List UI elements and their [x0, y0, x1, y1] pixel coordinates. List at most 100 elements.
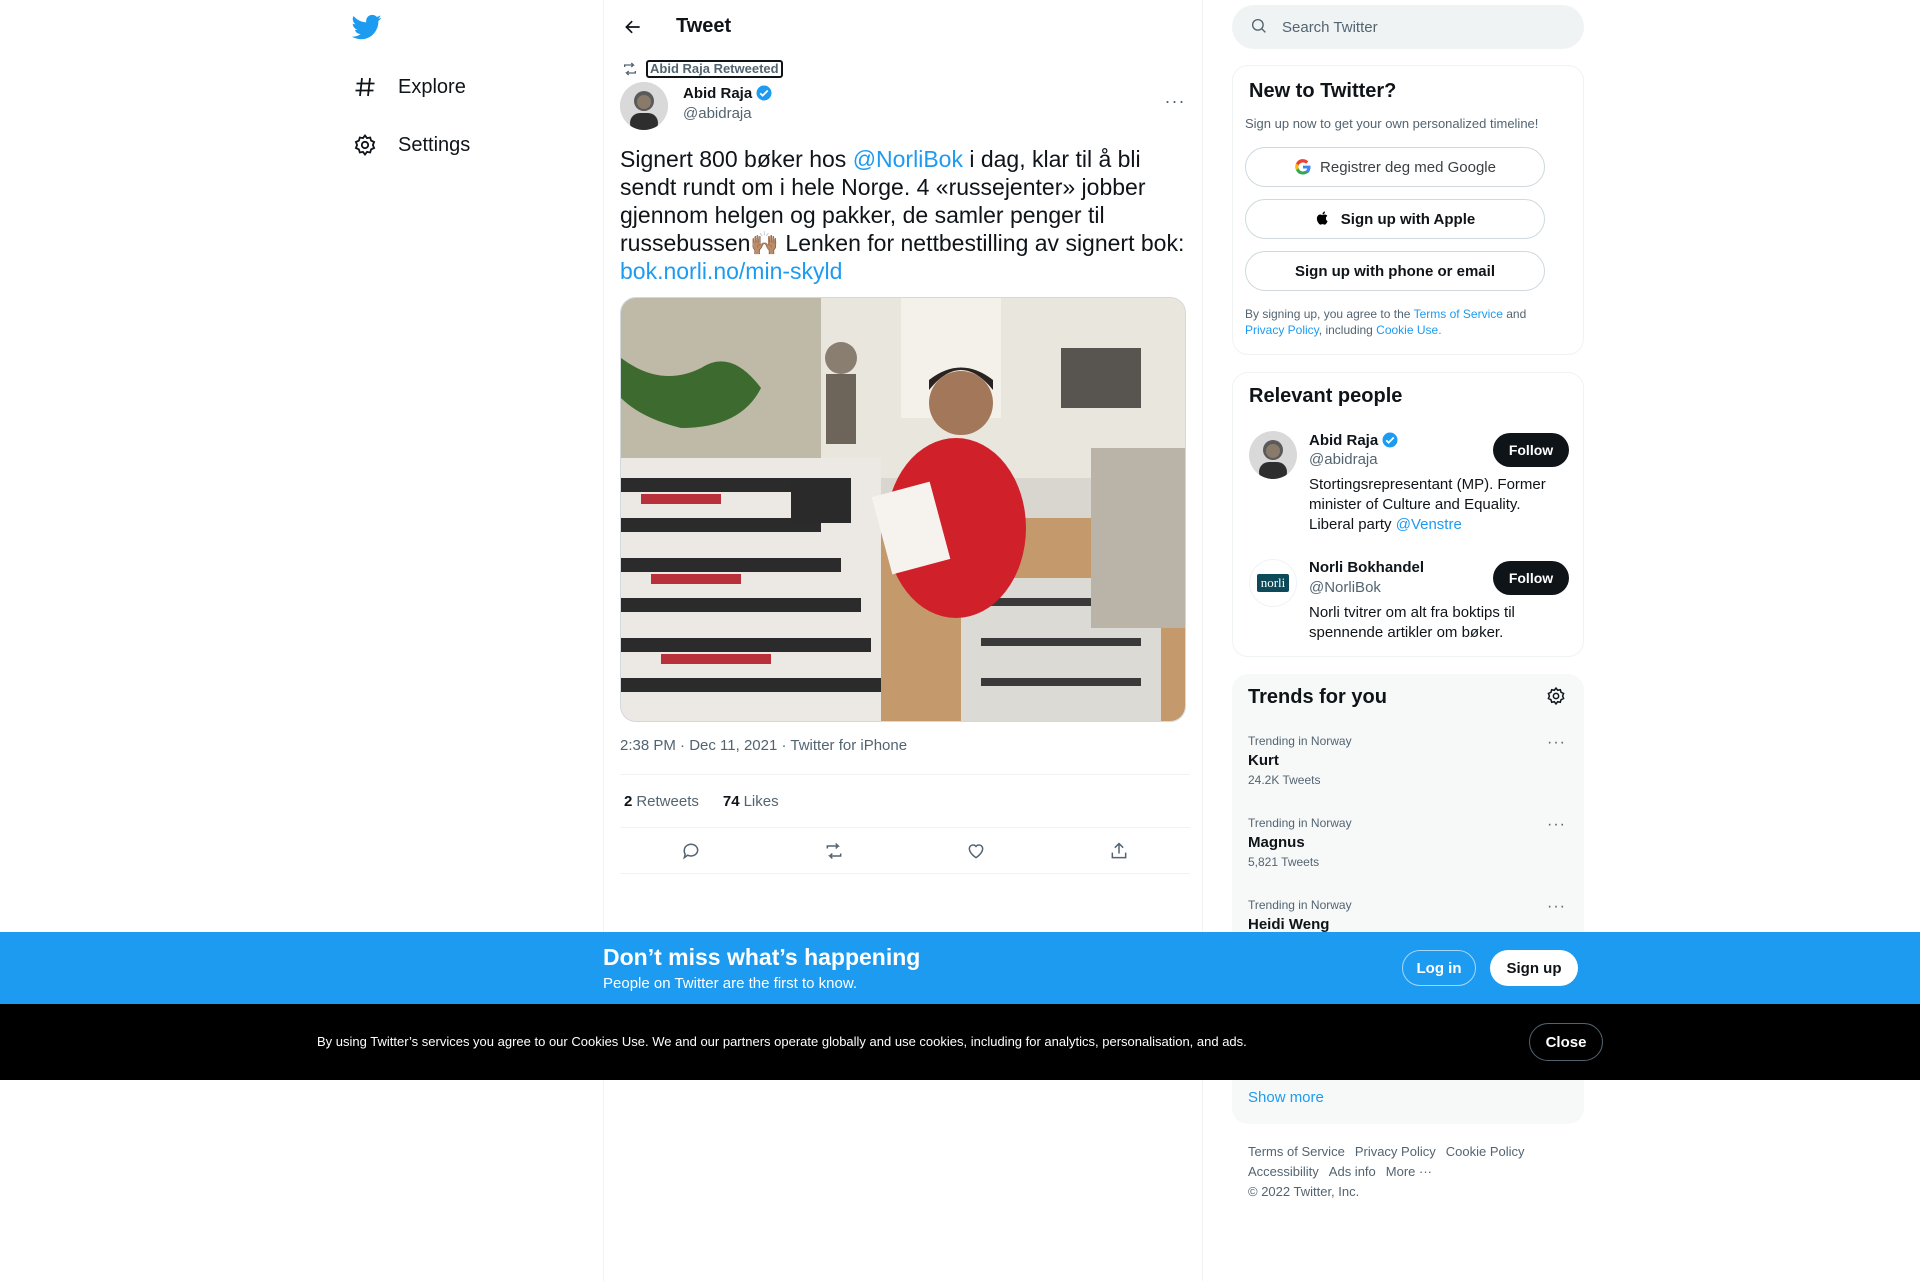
avatar[interactable]	[1249, 431, 1297, 479]
author-handle[interactable]: @abidraja	[683, 105, 752, 122]
sign-up-button[interactable]: Sign up	[1490, 950, 1578, 986]
avatar[interactable]	[620, 82, 668, 130]
person-name-text: Norli Bokhandel	[1309, 559, 1425, 576]
retweet-action-icon[interactable]	[817, 834, 851, 868]
trend-item[interactable]: Trending in Norway Magnus 5,821 Tweets ·…	[1248, 816, 1568, 869]
apple-logo-icon	[1315, 210, 1333, 228]
terms-of-service-link[interactable]: Terms of Service	[1414, 307, 1503, 321]
show-more-link[interactable]: Show more	[1248, 1089, 1324, 1106]
tweet-mention-link[interactable]: @NorliBok	[853, 146, 963, 172]
likes-label: Likes	[743, 792, 779, 810]
person-item[interactable]: Abid Raja @abidraja Stortingsrepresentan…	[1249, 431, 1569, 541]
retweet-icon	[622, 61, 638, 77]
new-to-twitter-card: New to Twitter? Sign up now to get your …	[1232, 65, 1584, 355]
footer-terms-link[interactable]: Terms of Service	[1248, 1144, 1345, 1159]
share-icon[interactable]	[1102, 834, 1136, 868]
new-to-twitter-subtitle: Sign up now to get your own personalized…	[1245, 116, 1539, 131]
search-icon	[1250, 17, 1270, 37]
google-signup-button[interactable]: Registrer deg med Google	[1245, 147, 1545, 187]
trends-title: Trends for you	[1248, 686, 1387, 708]
legal-part-3: , including	[1318, 323, 1377, 337]
back-arrow-icon[interactable]	[616, 10, 650, 44]
tweet-url-link[interactable]: bok.norli.no/min-skyld	[620, 258, 842, 284]
page-title: Tweet	[676, 15, 732, 37]
retweeted-by[interactable]: Abid Raja Retweeted	[620, 60, 783, 78]
person-handle[interactable]: @NorliBok	[1309, 579, 1381, 596]
author-name[interactable]: Abid Raja	[683, 84, 773, 102]
twitter-logo-icon[interactable]	[351, 12, 384, 44]
footer-links: Terms of Service Privacy Policy Cookie Pol…	[1248, 1142, 1568, 1202]
google-logo-icon	[1294, 158, 1312, 176]
phone-signup-label: Sign up with phone or email	[1294, 262, 1495, 280]
more-options-icon[interactable]: ···	[1160, 86, 1190, 116]
legal-part-2: and	[1502, 307, 1527, 321]
tweet-text: Signert 800 bøker hos @NorliBok i dag, k…	[620, 145, 1190, 285]
verified-badge-icon	[755, 84, 773, 102]
cookie-consent-bar: By using Twitter’s services you agree to…	[0, 1004, 1920, 1080]
footer-cookie-link[interactable]: Cookie Policy	[1446, 1144, 1525, 1159]
more-options-icon[interactable]: ···	[1547, 898, 1566, 916]
banner-title: Don’t miss what’s happening	[603, 944, 921, 970]
venstre-mention-link[interactable]: @Venstre	[1396, 516, 1462, 533]
nav-explore[interactable]: Explore	[352, 63, 466, 111]
retweets-stat[interactable]: 2 Retweets	[624, 793, 699, 810]
footer-ads-info-link[interactable]: Ads info	[1329, 1164, 1376, 1179]
new-to-twitter-title: New to Twitter?	[1249, 80, 1397, 102]
author-name-text: Abid Raja	[683, 84, 753, 102]
privacy-policy-link[interactable]: Privacy Policy	[1245, 323, 1319, 337]
tweet-stats: 2 Retweets 74 Likes	[620, 774, 1190, 828]
trend-context: Trending in Norway	[1248, 734, 1352, 748]
main-column: Tweet Abid Raja Retweeted Abid Raja @abi…	[603, 0, 1203, 1281]
person-name[interactable]: Abid Raja	[1309, 431, 1399, 449]
person-name[interactable]: Norli Bokhandel	[1309, 559, 1424, 576]
trend-name: Heidi Weng	[1248, 916, 1330, 933]
footer-more-link[interactable]: More ···	[1386, 1164, 1432, 1179]
likes-stat[interactable]: 74 Likes	[723, 793, 779, 810]
google-signup-label: Registrer deg med Google	[1320, 158, 1496, 176]
verified-badge-icon	[1381, 431, 1399, 449]
norli-logo[interactable]: norli	[1249, 559, 1297, 607]
like-heart-icon[interactable]	[959, 834, 993, 868]
norli-logo-text: norli	[1256, 574, 1290, 592]
apple-signup-label: Sign up with Apple	[1340, 210, 1476, 228]
footer-accessibility-link[interactable]: Accessibility	[1248, 1164, 1319, 1179]
more-options-icon[interactable]: ···	[1547, 734, 1566, 752]
relevant-people-card: Relevant people Abid Raja @abidraja Stor…	[1232, 372, 1584, 657]
signup-legal-text: By signing up, you agree to the Terms of…	[1245, 306, 1565, 338]
legal-part-1: By signing up, you agree to the	[1245, 307, 1414, 321]
login-banner: Don’t miss what’s happening People on Tw…	[0, 932, 1920, 1004]
phone-email-signup-button[interactable]: Sign up with phone or email	[1245, 251, 1545, 291]
banner-subtitle: People on Twitter are the first to know.	[603, 975, 858, 992]
follow-button[interactable]: Follow	[1493, 561, 1569, 595]
trend-count: 24.2K Tweets	[1248, 773, 1321, 787]
trend-item[interactable]: Trending in Norway Kurt 24.2K Tweets ···	[1248, 734, 1568, 787]
nav-settings[interactable]: Settings	[352, 121, 470, 169]
tweet-photo[interactable]	[620, 297, 1186, 722]
cookie-consent-text: By using Twitter’s services you agree to…	[317, 1034, 1247, 1049]
person-item[interactable]: norli Norli Bokhandel @NorliBok Norli tv…	[1249, 559, 1569, 641]
cookie-use-link[interactable]: Cookie Use.	[1376, 323, 1441, 337]
copyright: © 2022 Twitter, Inc.	[1248, 1184, 1360, 1199]
reply-icon[interactable]	[674, 834, 708, 868]
log-in-button[interactable]: Log in	[1402, 950, 1476, 986]
footer-privacy-link[interactable]: Privacy Policy	[1355, 1144, 1436, 1159]
relevant-people-title: Relevant people	[1249, 385, 1403, 407]
trend-name: Kurt	[1248, 752, 1279, 769]
person-handle[interactable]: @abidraja	[1309, 451, 1378, 468]
trend-context: Trending in Norway	[1248, 898, 1352, 912]
apple-signup-button[interactable]: Sign up with Apple	[1245, 199, 1545, 239]
tweet-actions	[620, 828, 1190, 874]
search-input[interactable]	[1282, 18, 1562, 36]
search-bar[interactable]	[1232, 5, 1584, 49]
gear-icon[interactable]	[1546, 686, 1570, 710]
nav-explore-label: Explore	[398, 75, 466, 98]
follow-button[interactable]: Follow	[1493, 433, 1569, 467]
trend-count: 5,821 Tweets	[1248, 855, 1320, 869]
retweeted-by-label[interactable]: Abid Raja Retweeted	[646, 60, 783, 78]
person-name-text: Abid Raja	[1309, 431, 1379, 449]
close-cookie-button[interactable]: Close	[1529, 1023, 1603, 1061]
tweet-text-part-1: Signert 800 bøker hos	[620, 146, 853, 172]
gear-icon	[352, 132, 378, 158]
more-options-icon[interactable]: ···	[1547, 816, 1566, 834]
tweet-timestamp[interactable]: 2:38 PM · Dec 11, 2021 · Twitter for iPh…	[620, 737, 907, 754]
